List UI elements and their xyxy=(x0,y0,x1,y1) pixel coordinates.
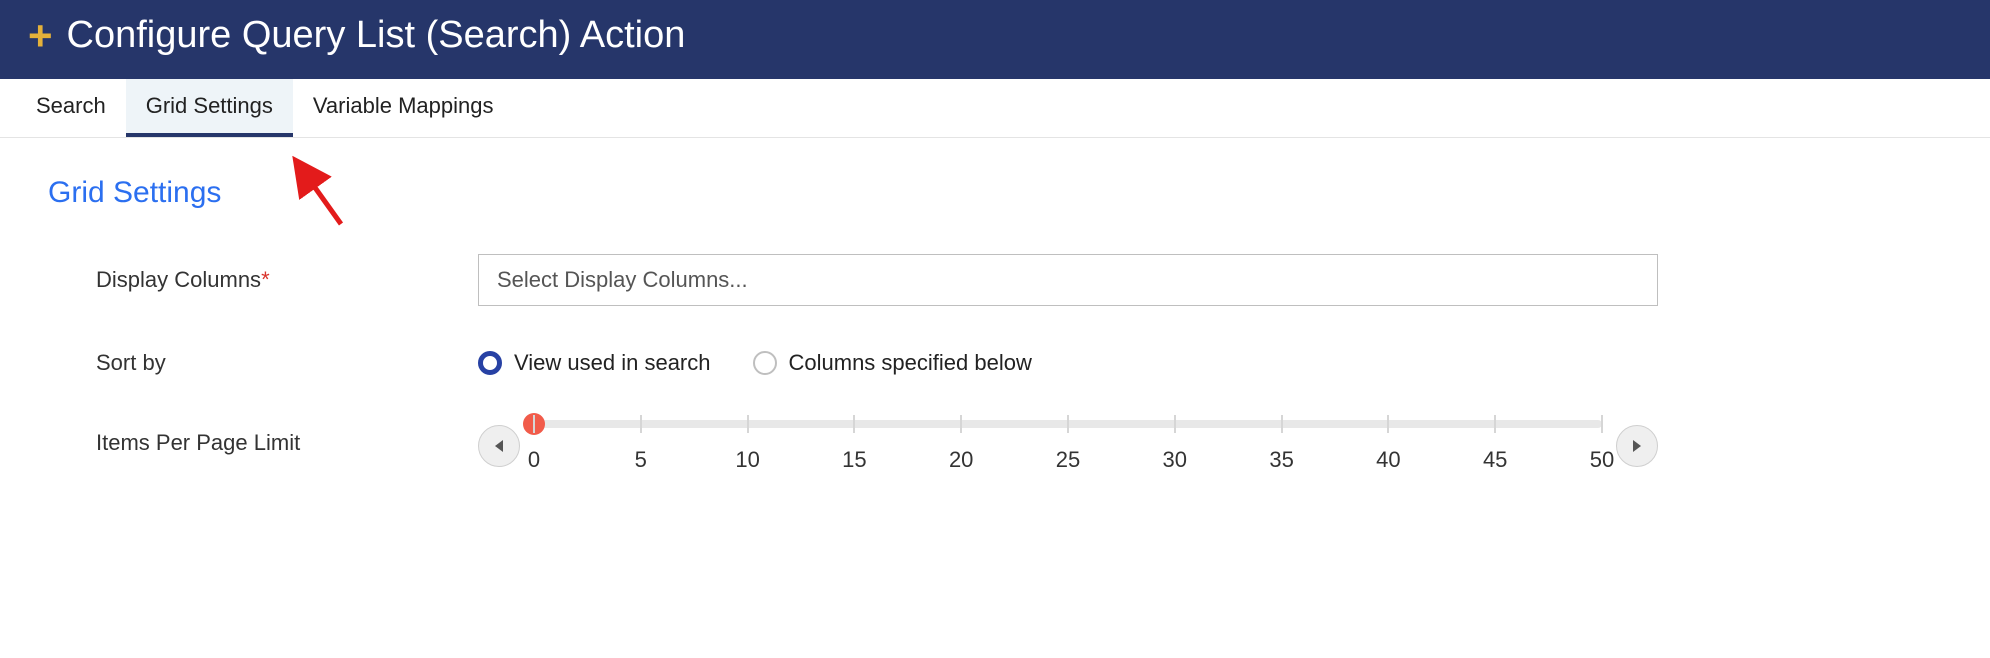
slider-track-wrap: 0 5 10 15 20 25 30 35 40 45 50 xyxy=(520,420,1616,471)
slider-tick-label: 20 xyxy=(949,447,973,473)
radio-unselected-icon xyxy=(753,351,777,375)
field-sort-by: Sort by View used in search Columns spec… xyxy=(48,350,1942,376)
page-title: Configure Query List (Search) Action xyxy=(67,14,686,57)
slider-tick-labels: 05101520253035404550 xyxy=(534,447,1602,471)
plus-icon: + xyxy=(28,15,53,57)
slider-increment-button[interactable] xyxy=(1616,425,1658,467)
slider-tick xyxy=(1387,415,1389,433)
slider-tick-label: 5 xyxy=(635,447,647,473)
section-title: Grid Settings xyxy=(48,176,1942,210)
slider-tick-label: 45 xyxy=(1483,447,1507,473)
tab-search[interactable]: Search xyxy=(16,79,126,137)
radio-label-columns: Columns specified below xyxy=(789,350,1032,376)
slider-tick xyxy=(1601,415,1603,433)
slider-tick xyxy=(533,415,535,433)
display-columns-label: Display Columns* xyxy=(48,267,478,293)
content-area: Grid Settings Display Columns* Select Di… xyxy=(0,138,1990,553)
triangle-left-icon xyxy=(493,439,505,453)
slider-tick-label: 40 xyxy=(1376,447,1400,473)
slider-ticks xyxy=(534,415,1602,433)
items-per-page-slider: 0 5 10 15 20 25 30 35 40 45 50 xyxy=(478,420,1658,471)
radio-columns-specified-below[interactable]: Columns specified below xyxy=(753,350,1032,376)
slider-tick xyxy=(960,415,962,433)
slider-tick-label: 25 xyxy=(1056,447,1080,473)
sort-by-radio-group: View used in search Columns specified be… xyxy=(478,350,1032,376)
radio-label-view: View used in search xyxy=(514,350,711,376)
field-display-columns: Display Columns* Select Display Columns.… xyxy=(48,254,1942,306)
radio-selected-icon xyxy=(478,351,502,375)
slider-tick-label: 50 xyxy=(1590,447,1614,473)
slider-tick xyxy=(747,415,749,433)
slider-tick xyxy=(640,415,642,433)
slider-tick xyxy=(853,415,855,433)
tab-bar: Search Grid Settings Variable Mappings xyxy=(0,79,1990,138)
required-asterisk: * xyxy=(261,267,270,292)
items-per-page-label: Items Per Page Limit xyxy=(48,420,478,456)
slider-tick-label: 10 xyxy=(735,447,759,473)
tab-variable-mappings[interactable]: Variable Mappings xyxy=(293,79,514,137)
page-header: + Configure Query List (Search) Action xyxy=(0,0,1990,79)
slider-tick xyxy=(1067,415,1069,433)
triangle-right-icon xyxy=(1631,439,1643,453)
slider-tick-label: 15 xyxy=(842,447,866,473)
slider-decrement-button[interactable] xyxy=(478,425,520,467)
sort-by-label: Sort by xyxy=(48,350,478,376)
slider-tick-label: 35 xyxy=(1269,447,1293,473)
display-columns-select[interactable]: Select Display Columns... xyxy=(478,254,1658,306)
slider-tick xyxy=(1174,415,1176,433)
slider-tick xyxy=(1494,415,1496,433)
radio-view-used-in-search[interactable]: View used in search xyxy=(478,350,711,376)
slider-tick-label: 0 xyxy=(528,447,540,473)
slider-tick xyxy=(1281,415,1283,433)
field-items-per-page: Items Per Page Limit 0 5 10 15 20 25 30 35 40 45 5… xyxy=(48,420,1942,471)
slider-tick-label: 30 xyxy=(1163,447,1187,473)
tab-grid-settings[interactable]: Grid Settings xyxy=(126,79,293,137)
display-columns-label-text: Display Columns xyxy=(96,267,261,292)
